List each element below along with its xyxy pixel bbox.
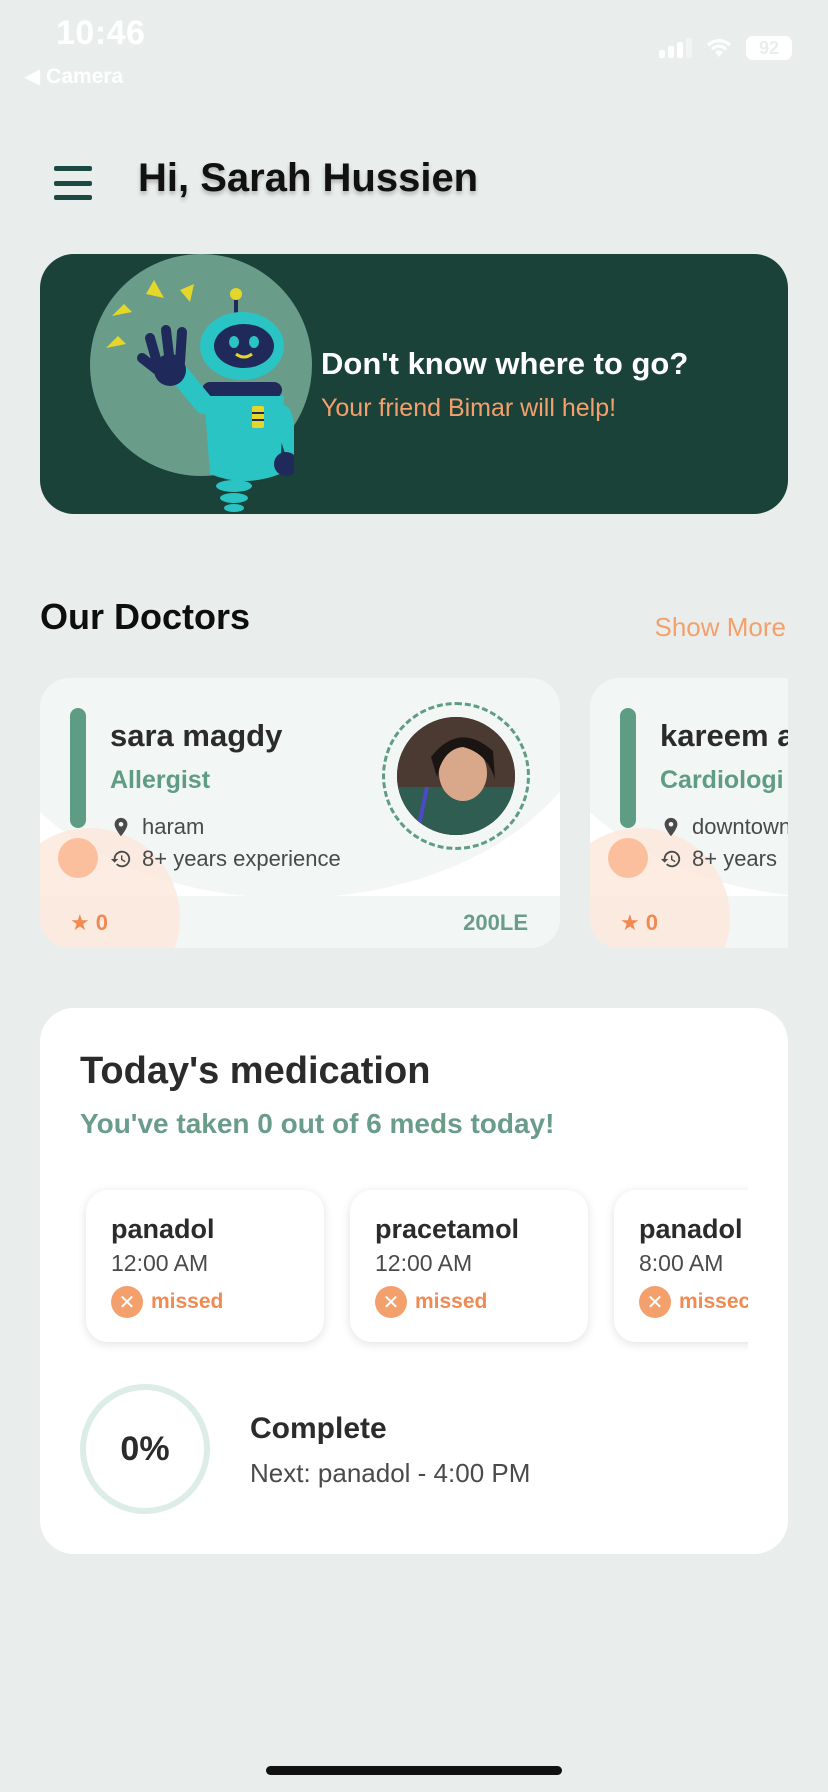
banner-title: Don't know where to go? — [321, 346, 689, 381]
medication-time: 12:00 AM — [111, 1250, 209, 1276]
back-to-camera-link[interactable]: ◀ Camera — [24, 64, 123, 89]
doctors-carousel[interactable]: sara magdy Allergist haram 8+ years expe… — [0, 678, 788, 958]
star-icon: ★ — [70, 910, 90, 935]
status-indicators: 92 — [659, 36, 792, 60]
x-circle-icon: ✕ — [639, 1286, 671, 1318]
doctor-rating: ★ 0 — [70, 910, 108, 935]
doctor-experience: 8+ years — [660, 846, 777, 872]
progress-label: Complete — [250, 1412, 387, 1445]
battery-indicator: 92 — [746, 36, 792, 60]
doctors-section-title: Our Doctors — [40, 596, 251, 637]
next-dose-label: Next: panadol - 4:00 PM — [250, 1458, 531, 1488]
banner-subtitle: Your friend Bimar will help! — [321, 394, 617, 422]
medication-name: panadol — [111, 1214, 215, 1244]
back-label: Camera — [46, 64, 124, 88]
medication-name: pracetamol — [375, 1214, 520, 1244]
doctor-photo — [397, 717, 515, 835]
medication-item[interactable]: panadol 12:00 AM ✕ missed — [86, 1190, 324, 1342]
doctor-experience: 8+ years experience — [110, 846, 341, 872]
bimar-assistant-banner[interactable]: Don't know where to go? Your friend Bima… — [40, 254, 788, 514]
doctor-name: sara magdy — [110, 718, 283, 753]
location-pin-icon — [664, 817, 678, 837]
accent-bar — [70, 708, 86, 828]
medication-list[interactable]: panadol 12:00 AM ✕ missed pracetamol 12:… — [78, 1168, 748, 1352]
home-screen: 10:46 ◀ Camera 92 Hi, Sarah Hussien Don'… — [0, 0, 828, 1792]
star-icon: ★ — [620, 910, 640, 935]
home-indicator[interactable] — [266, 1766, 562, 1775]
location-pin-icon — [114, 817, 128, 837]
medication-summary: You've taken 0 out of 6 meds today! — [80, 1108, 555, 1139]
medication-status: ✕ missed — [375, 1286, 487, 1318]
doctor-location: downtown — [660, 814, 788, 840]
doctor-price: 200LE — [463, 910, 528, 935]
medication-name: panadol — [639, 1214, 743, 1244]
medication-status: ✕ missec — [639, 1286, 748, 1318]
medication-item[interactable]: pracetamol 12:00 AM ✕ missed — [350, 1190, 588, 1342]
show-more-link[interactable]: Show More — [655, 612, 787, 643]
medication-status: ✕ missed — [111, 1286, 223, 1318]
cellular-signal-icon — [659, 38, 692, 58]
medication-time: 8:00 AM — [639, 1250, 724, 1276]
back-triangle-icon: ◀ — [24, 65, 41, 88]
history-icon — [660, 850, 681, 868]
medication-item[interactable]: panadol 8:00 AM ✕ missec — [614, 1190, 748, 1342]
progress-ring: 0% — [80, 1384, 210, 1514]
medication-title: Today's medication — [80, 1050, 431, 1092]
doctor-card[interactable]: sara magdy Allergist haram 8+ years expe… — [40, 678, 560, 948]
doctor-location: haram — [110, 814, 204, 840]
decorative-dot — [608, 838, 648, 878]
doctor-specialty: Cardiologi — [660, 766, 784, 794]
wifi-icon — [707, 39, 731, 57]
doctor-specialty: Allergist — [110, 766, 211, 794]
greeting-title: Hi, Sarah Hussien — [138, 156, 479, 200]
x-circle-icon: ✕ — [375, 1286, 407, 1318]
doctor-card[interactable]: kareem a Cardiologi downtown 8+ years ★ … — [590, 678, 788, 948]
status-time: 10:46 — [56, 14, 146, 52]
x-circle-icon: ✕ — [111, 1286, 143, 1318]
accent-bar — [620, 708, 636, 828]
history-icon — [110, 850, 131, 868]
robot-illustration — [106, 280, 294, 512]
menu-icon[interactable] — [54, 166, 92, 200]
doctor-avatar — [382, 702, 530, 850]
doctor-name: kareem a — [660, 718, 788, 753]
doctor-rating: ★ 0 — [620, 910, 658, 935]
medication-time: 12:00 AM — [375, 1250, 473, 1276]
decorative-dot — [58, 838, 98, 878]
medication-card: Today's medication You've taken 0 out of… — [40, 1008, 788, 1554]
